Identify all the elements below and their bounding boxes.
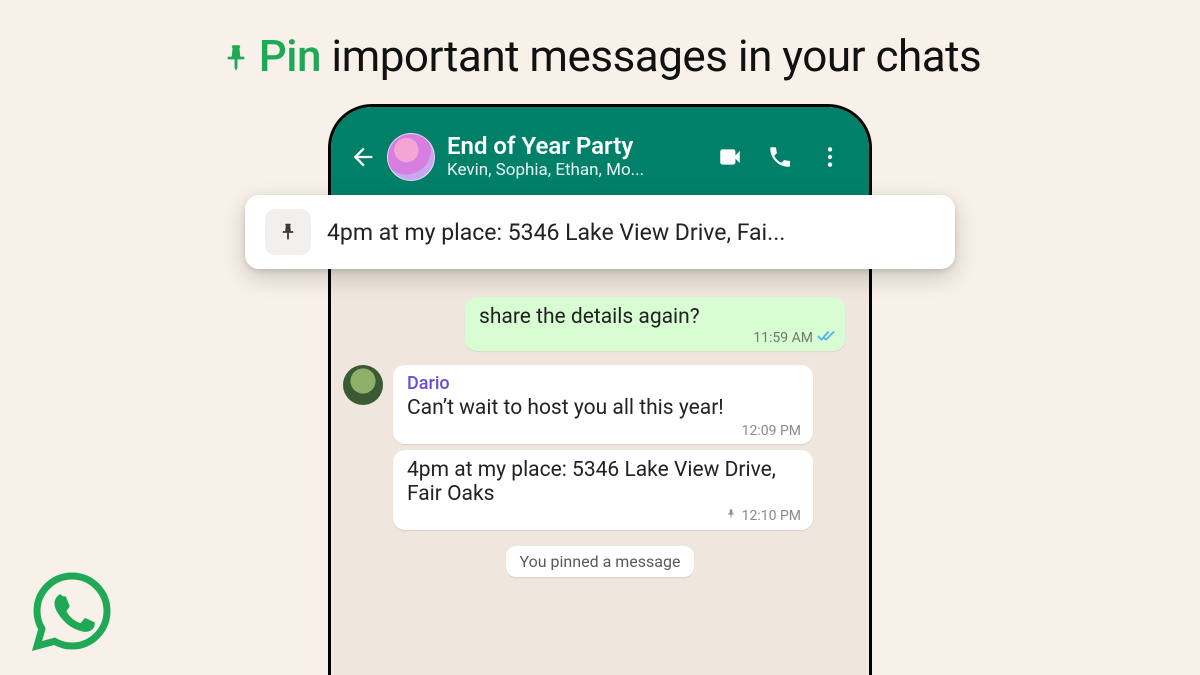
video-call-button[interactable] — [705, 136, 755, 178]
outgoing-message[interactable]: share the details again? 11:59 AM — [465, 297, 845, 351]
phone-frame: End of Year Party Kevin, Sophia, Ethan, … — [328, 104, 872, 675]
promo-headline: Pin important messages in your chats — [0, 30, 1200, 86]
whatsapp-logo-icon — [30, 569, 114, 653]
incoming-message[interactable]: Dario Can’t wait to host you all this ye… — [393, 365, 813, 444]
chat-header: End of Year Party Kevin, Sophia, Ethan, … — [331, 107, 869, 207]
message-time: 11:59 AM — [753, 330, 813, 346]
read-receipt-icon — [817, 329, 835, 347]
headline-rest: important messages in your chats — [321, 30, 981, 82]
chat-title: End of Year Party — [447, 133, 705, 161]
message-text: 4pm at my place: 5346 Lake View Drive, F… — [407, 458, 776, 506]
message-text: Can’t wait to host you all this year! — [407, 396, 724, 420]
pinned-indicator-icon — [725, 507, 737, 525]
voice-call-button[interactable] — [755, 136, 805, 178]
headline-pin-word: Pin — [259, 30, 321, 82]
group-avatar[interactable] — [387, 133, 435, 181]
message-sender: Dario — [407, 373, 799, 394]
more-options-button[interactable] — [805, 136, 855, 178]
message-time: 12:10 PM — [742, 508, 801, 524]
chat-title-area[interactable]: End of Year Party Kevin, Sophia, Ethan, … — [447, 133, 705, 182]
pin-icon — [265, 209, 311, 255]
back-button[interactable] — [341, 135, 385, 179]
pin-icon — [219, 34, 253, 86]
incoming-message-pinned[interactable]: 4pm at my place: 5346 Lake View Drive, F… — [393, 450, 813, 530]
message-text: share the details again? — [479, 305, 700, 329]
pinned-message-banner[interactable]: 4pm at my place: 5346 Lake View Drive, F… — [245, 195, 955, 269]
system-pinned-notice: You pinned a message — [506, 546, 695, 577]
sender-avatar[interactable] — [343, 365, 383, 405]
chat-subtitle: Kevin, Sophia, Ethan, Mo... — [447, 160, 705, 181]
pinned-message-text: 4pm at my place: 5346 Lake View Drive, F… — [327, 219, 785, 246]
message-time: 12:09 PM — [742, 423, 801, 439]
